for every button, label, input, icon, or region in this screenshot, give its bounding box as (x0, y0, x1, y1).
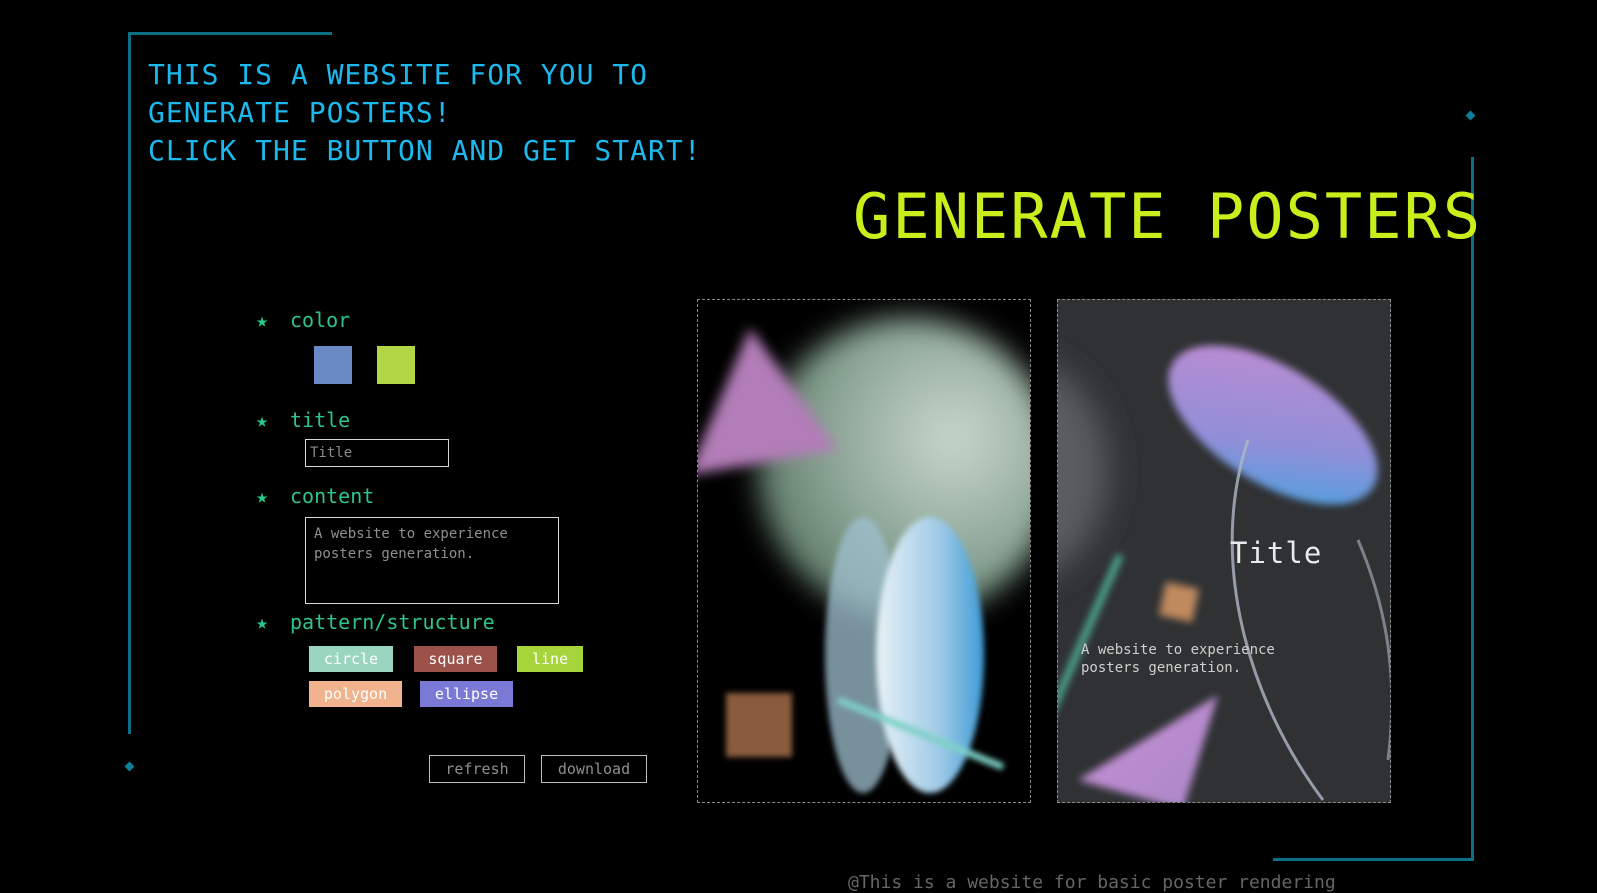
intro-line-1: THIS IS A WEBSITE FOR YOU TO (148, 58, 649, 91)
pattern-line-button[interactable]: line (517, 646, 583, 672)
pattern-label-row: ★ pattern/structure (256, 610, 495, 634)
pattern-label: pattern/structure (290, 610, 495, 634)
title-label: title (290, 408, 351, 432)
poster-2-triangle (1078, 695, 1218, 802)
poster-preview-2: Title A website to experience posters ge… (1057, 299, 1391, 803)
poster-content: A website to experience posters generati… (1081, 642, 1275, 676)
poster-preview-1 (697, 299, 1031, 803)
poster-2-square (1158, 581, 1200, 623)
poster-2-line (1058, 553, 1123, 705)
diamond-bottom-left (124, 761, 135, 772)
frame-bottom-right-line (1273, 858, 1474, 861)
intro-line-3: CLICK THE BUTTON AND GET START! (148, 134, 702, 167)
star-icon: ★ (256, 408, 269, 432)
refresh-button[interactable]: refresh (429, 755, 525, 783)
pattern-ellipse-button[interactable]: ellipse (420, 681, 513, 707)
poster-2-ellipse (1168, 345, 1378, 505)
poster-2-arc-2 (1356, 539, 1390, 761)
content-label-row: ★ content (256, 484, 374, 508)
poster-2-art (1058, 345, 1390, 802)
download-button[interactable]: download (541, 755, 647, 783)
pattern-circle-button[interactable]: circle (309, 646, 393, 672)
star-icon: ★ (256, 484, 269, 508)
diamond-top-right (1465, 110, 1476, 121)
frame-right-line (1471, 157, 1474, 861)
poster-1-art (698, 318, 1030, 793)
pattern-polygon-button[interactable]: polygon (309, 681, 402, 707)
color-label: color (290, 308, 351, 332)
color-swatch-green[interactable] (377, 346, 415, 384)
content-textarea[interactable] (305, 517, 559, 604)
frame-left-line (128, 32, 131, 734)
poster-2-bg-circle (1058, 371, 1108, 569)
frame-top-left-line (128, 32, 332, 35)
color-label-row: ★ color (256, 308, 350, 332)
poster-1-square (726, 693, 792, 757)
intro-text: THIS IS A WEBSITE FOR YOU TO GENERATE PO… (148, 56, 702, 170)
page-title: GENERATE POSTERS (853, 180, 1483, 253)
intro-line-2: GENERATE POSTERS! (148, 96, 452, 129)
star-icon: ★ (256, 308, 269, 332)
color-swatch-blue[interactable] (314, 346, 352, 384)
star-icon: ★ (256, 610, 269, 634)
pattern-square-button[interactable]: square (414, 646, 497, 672)
content-label: content (290, 484, 375, 508)
title-input[interactable] (305, 439, 449, 467)
footer-text: @This is a website for basic poster rend… (848, 872, 1336, 893)
title-label-row: ★ title (256, 408, 350, 432)
poster-title: Title (1230, 536, 1323, 570)
